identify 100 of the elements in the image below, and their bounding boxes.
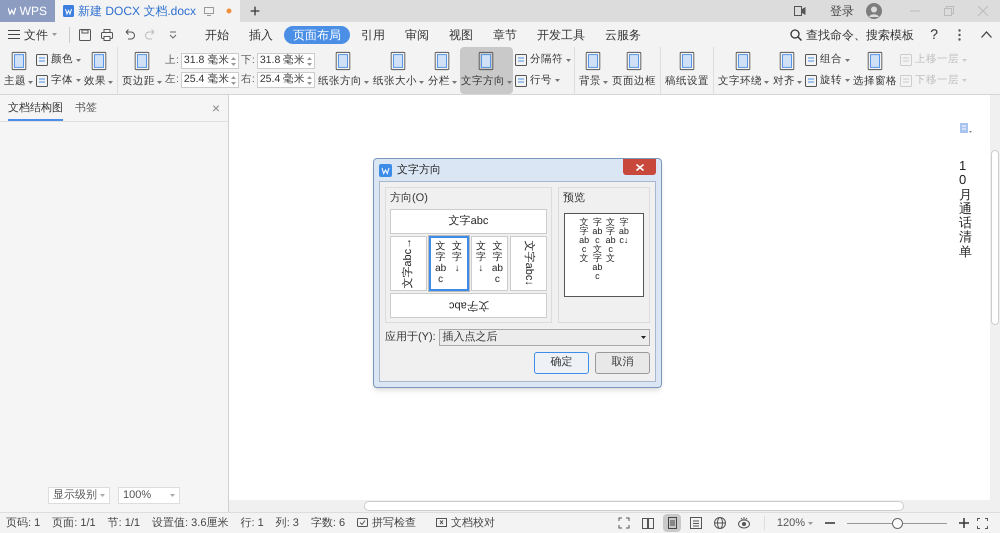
ribbon-button[interactable]: 旋转 — [804, 73, 850, 89]
horizontal-scrollbar[interactable] — [229, 500, 1000, 512]
menu-tab[interactable]: 插入 — [240, 26, 282, 44]
direction-option[interactable]: 文字abc — [390, 208, 547, 234]
menu-tab[interactable]: 引用 — [352, 26, 394, 44]
page-icon — [583, 51, 604, 72]
page-icon — [624, 51, 644, 72]
print-icon[interactable] — [101, 28, 113, 40]
ribbon-button[interactable]: 分隔符 — [514, 52, 571, 68]
close-button[interactable] — [623, 159, 656, 175]
undo-icon[interactable] — [123, 28, 135, 40]
tool-icon — [804, 54, 817, 66]
preview-text: 文字abc文 — [605, 218, 616, 262]
document-tab[interactable]: 新建 DOCX 文档.docx — [55, 0, 240, 22]
ribbon-button[interactable]: 选择窗格 — [852, 47, 898, 94]
ribbon-button[interactable]: 纸张大小 — [372, 47, 425, 94]
search-icon[interactable] — [790, 28, 802, 40]
spin-field[interactable]: 31.8 毫米 — [180, 53, 239, 69]
unsaved-dot-icon — [226, 8, 232, 14]
spin-field[interactable]: 25.4 毫米 — [180, 72, 239, 88]
scroll-thumb[interactable] — [991, 150, 999, 325]
cancel-button[interactable]: 取消 — [595, 352, 650, 374]
collapse-icon[interactable] — [981, 31, 992, 38]
direction-option[interactable]: 文字abc→ — [390, 236, 428, 290]
ribbon-button[interactable]: 主题 — [3, 47, 34, 94]
menu-tab[interactable]: 开始 — [196, 26, 238, 44]
spinner-icon — [230, 56, 236, 66]
more-icon[interactable] — [958, 28, 961, 40]
page-text: 10 月通话清单 — [959, 159, 972, 260]
check-icon — [357, 518, 368, 528]
spinner-icon — [230, 76, 236, 84]
ribbon-button[interactable]: 文字方向 — [460, 47, 513, 94]
ribbon-button[interactable]: 页面边框 — [610, 47, 657, 94]
ribbon-button[interactable]: 字体 — [36, 73, 81, 89]
vertical-scrollbar[interactable] — [990, 95, 1000, 500]
caret-icon — [844, 79, 850, 82]
slider-thumb[interactable] — [892, 518, 903, 528]
fit-icon[interactable] — [977, 518, 988, 528]
caret-icon — [108, 80, 113, 84]
direction-option[interactable]: 文字abc↓ — [510, 236, 547, 290]
status-text: 节: 1/1 — [106, 516, 142, 531]
new-tab-button[interactable]: + — [240, 0, 270, 22]
tool-icon — [36, 74, 48, 87]
spin-field[interactable]: 25.4 毫米 — [256, 72, 315, 88]
customize-icon[interactable] — [167, 28, 179, 40]
ribbon-button[interactable]: 纸张方向 — [316, 47, 370, 94]
direction-option[interactable]: 文字abc — [390, 292, 547, 318]
page-view-icon[interactable] — [662, 514, 681, 532]
menu-tab[interactable]: 云服务 — [596, 26, 650, 44]
caret-icon — [808, 522, 813, 524]
ribbon-button[interactable]: 文字环绕 — [716, 47, 770, 94]
tool-icon — [900, 74, 912, 87]
ribbon-button[interactable]: 组合 — [804, 52, 850, 68]
dialog-title: 文字方向 — [397, 162, 441, 178]
menu-tab[interactable]: 审阅 — [396, 26, 438, 44]
zoom-in-icon[interactable] — [959, 518, 969, 528]
wps-logo-icon — [379, 164, 392, 176]
ribbon-button[interactable]: 颜色 — [36, 52, 81, 68]
menu-tab[interactable]: 章节 — [484, 26, 526, 44]
dropdown[interactable]: 100% — [118, 487, 180, 504]
ribbon-button[interactable]: 对齐 — [772, 47, 803, 94]
ok-button[interactable]: 确定 — [534, 352, 589, 374]
preview-text: 字abc文字abc — [592, 218, 603, 280]
save-icon[interactable] — [79, 28, 91, 40]
ribbon-button[interactable]: 分栏 — [426, 47, 458, 94]
direction-option[interactable]: 文字abc 文字↓ — [429, 236, 468, 290]
sidebar-tab[interactable]: 书签 — [75, 100, 97, 120]
ribbon-button[interactable]: 页边距 — [121, 47, 163, 94]
zoom-dropdown[interactable]: 120% — [772, 514, 817, 532]
tool-icon — [514, 54, 527, 66]
group-label: 方向(O) — [390, 190, 429, 206]
zoom-slider[interactable] — [847, 518, 947, 528]
help-button[interactable]: ? — [930, 24, 938, 45]
caret-icon — [962, 79, 967, 82]
ribbon-button[interactable]: 行号 — [514, 73, 571, 89]
apply-select[interactable]: 插入点之后 — [438, 328, 650, 346]
ribbon-button[interactable]: 效果 — [83, 47, 114, 94]
menu-tab[interactable]: 视图 — [440, 26, 482, 44]
caret-icon — [602, 80, 608, 84]
ribbon-button[interactable]: 背景 — [578, 47, 609, 94]
option-text: 文字abc — [448, 298, 488, 314]
direction-option[interactable]: 文字↓ 文字abc — [470, 236, 508, 290]
dropdown[interactable]: 显示级别 — [48, 487, 110, 504]
menu-tab[interactable]: 开发工具 — [528, 26, 594, 44]
spell-check-button[interactable]: 拼写检查 — [351, 514, 422, 532]
page-icon — [476, 51, 496, 72]
login-link[interactable]: 登录 — [830, 2, 854, 20]
ribbon-button[interactable]: 稿纸设置 — [664, 47, 710, 94]
group-label: 预览 — [563, 191, 586, 206]
sidebar-tab[interactable]: 文档结构图 — [8, 100, 63, 120]
field-label: 上: — [165, 53, 179, 68]
option-text: 文字abc→ — [400, 238, 416, 288]
caret-icon — [554, 79, 560, 82]
field-label: 左: — [165, 72, 179, 88]
search-field[interactable]: 查找命令、搜索模板 — [806, 26, 914, 44]
spin-field[interactable]: 31.8 毫米 — [256, 53, 315, 69]
scroll-thumb[interactable] — [364, 501, 904, 511]
proofread-button[interactable]: 文档校对 — [430, 514, 502, 532]
caret-icon — [28, 80, 33, 84]
file-menu-button[interactable]: 文件 — [8, 26, 65, 44]
